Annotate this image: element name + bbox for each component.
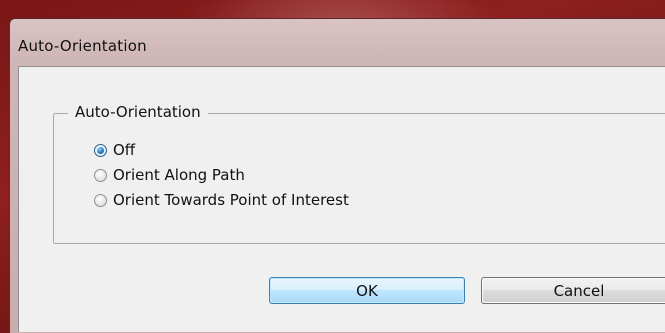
- group-label: Auto-Orientation: [68, 103, 208, 121]
- radio-label-orient-towards-poi: Orient Towards Point of Interest: [113, 191, 349, 209]
- auto-orientation-group: Auto-Orientation Off Orient Along Path O…: [53, 103, 665, 244]
- title-bar[interactable]: Auto-Orientation: [10, 19, 665, 63]
- radio-option-orient-towards-poi[interactable]: Orient Towards Point of Interest: [94, 190, 349, 210]
- radio-button-selected[interactable]: [94, 143, 107, 157]
- dialog-window: Auto-Orientation Auto-Orientation Off Or…: [9, 18, 665, 333]
- dialog-client-area: Auto-Orientation Off Orient Along Path O…: [18, 66, 665, 332]
- cancel-button[interactable]: Cancel: [481, 277, 665, 304]
- radio-option-off[interactable]: Off: [94, 140, 135, 160]
- window-title: Auto-Orientation: [18, 37, 147, 55]
- radio-button[interactable]: [94, 193, 107, 207]
- radio-button[interactable]: [94, 168, 107, 182]
- radio-option-orient-along-path[interactable]: Orient Along Path: [94, 165, 245, 185]
- radio-label-orient-along-path: Orient Along Path: [113, 166, 245, 184]
- desktop-background: Auto-Orientation Auto-Orientation Off Or…: [0, 0, 665, 333]
- radio-label-off: Off: [113, 141, 136, 159]
- ok-button[interactable]: OK: [269, 277, 465, 304]
